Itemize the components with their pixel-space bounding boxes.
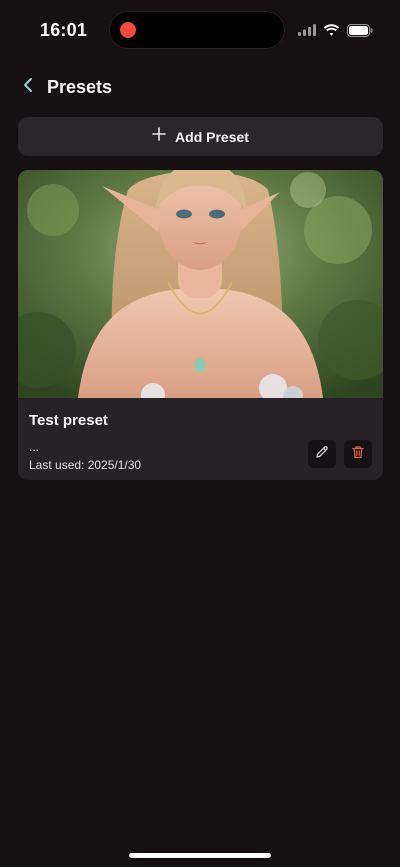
preset-last-used: Last used: 2025/1/30: [29, 458, 142, 472]
add-preset-button[interactable]: Add Preset: [18, 117, 383, 156]
battery-icon: [347, 23, 373, 37]
header: Presets: [0, 68, 400, 106]
recording-indicator-icon: [120, 22, 136, 38]
delete-preset-button[interactable]: [344, 440, 372, 468]
preset-card[interactable]: Test preset ... Last used: 2025/1/30: [18, 170, 383, 480]
trash-icon: [351, 445, 365, 464]
back-button[interactable]: [16, 74, 40, 100]
page-title: Presets: [47, 77, 113, 97]
presets-screen: 16:01 Presets Add Preset Test preset ...…: [0, 0, 400, 867]
status-time: 16:01: [40, 20, 88, 40]
dynamic-island: [109, 11, 285, 49]
edit-preset-button[interactable]: [308, 440, 336, 468]
wifi-icon: [323, 24, 340, 36]
chevron-left-icon: [22, 77, 34, 98]
preset-thumbnail-image: [18, 170, 383, 398]
edit-icon: [315, 445, 329, 464]
home-indicator[interactable]: [129, 853, 271, 858]
add-preset-label: Add Preset: [175, 128, 249, 145]
signal-icon: [298, 24, 316, 36]
preset-name: Test preset: [29, 412, 108, 429]
preset-model-name: ...: [29, 440, 40, 454]
plus-icon: [152, 127, 166, 146]
status-icons: [298, 22, 373, 38]
status-bar: 16:01: [0, 0, 400, 60]
